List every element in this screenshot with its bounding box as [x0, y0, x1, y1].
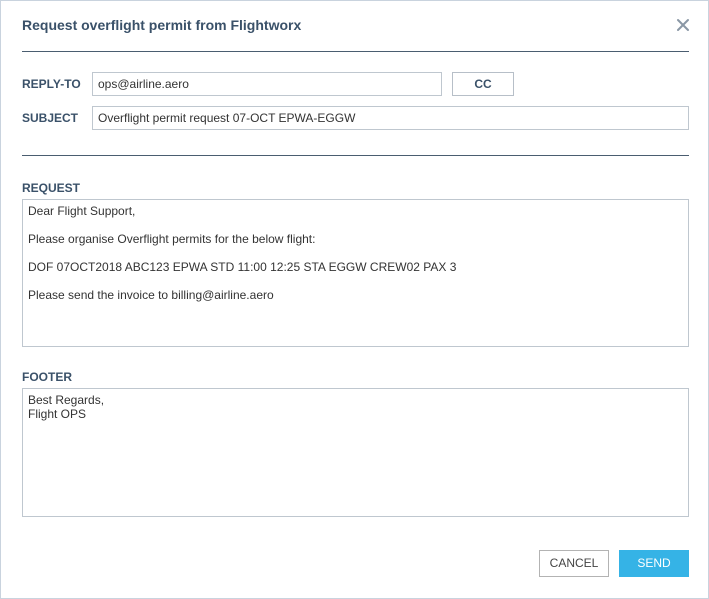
request-line: Dear Flight Support, [28, 204, 136, 218]
send-button[interactable]: SEND [619, 550, 689, 577]
subject-label: SUBJECT [22, 111, 79, 125]
footer-label: FOOTER [22, 370, 72, 384]
reply-to-input[interactable] [92, 72, 442, 96]
section-divider [22, 155, 689, 156]
request-label: REQUEST [22, 181, 81, 195]
header-divider [22, 51, 689, 52]
reply-to-label: REPLY-TO [22, 77, 81, 91]
request-line: Please organise Overflight permits for t… [28, 232, 316, 246]
cancel-button[interactable]: CANCEL [539, 550, 609, 577]
overflight-permit-dialog: Request overflight permit from Flightwor… [0, 0, 709, 599]
footer-line: Best Regards, [28, 393, 105, 407]
request-line: DOF 07OCT2018 ABC123 EPWA STD 11:00 12:2… [28, 260, 457, 274]
cc-button[interactable]: CC [452, 72, 514, 96]
request-textarea[interactable]: Dear Flight Support, Please organise Ove… [22, 199, 689, 347]
footer-textarea[interactable]: Best Regards, Flight OPS [22, 388, 689, 517]
subject-input[interactable] [92, 106, 689, 130]
dialog-title: Request overflight permit from Flightwor… [22, 17, 302, 33]
close-icon[interactable] [673, 15, 693, 35]
footer-line: Flight OPS [28, 407, 87, 421]
request-line: Please send the invoice to billing@airli… [28, 288, 274, 302]
